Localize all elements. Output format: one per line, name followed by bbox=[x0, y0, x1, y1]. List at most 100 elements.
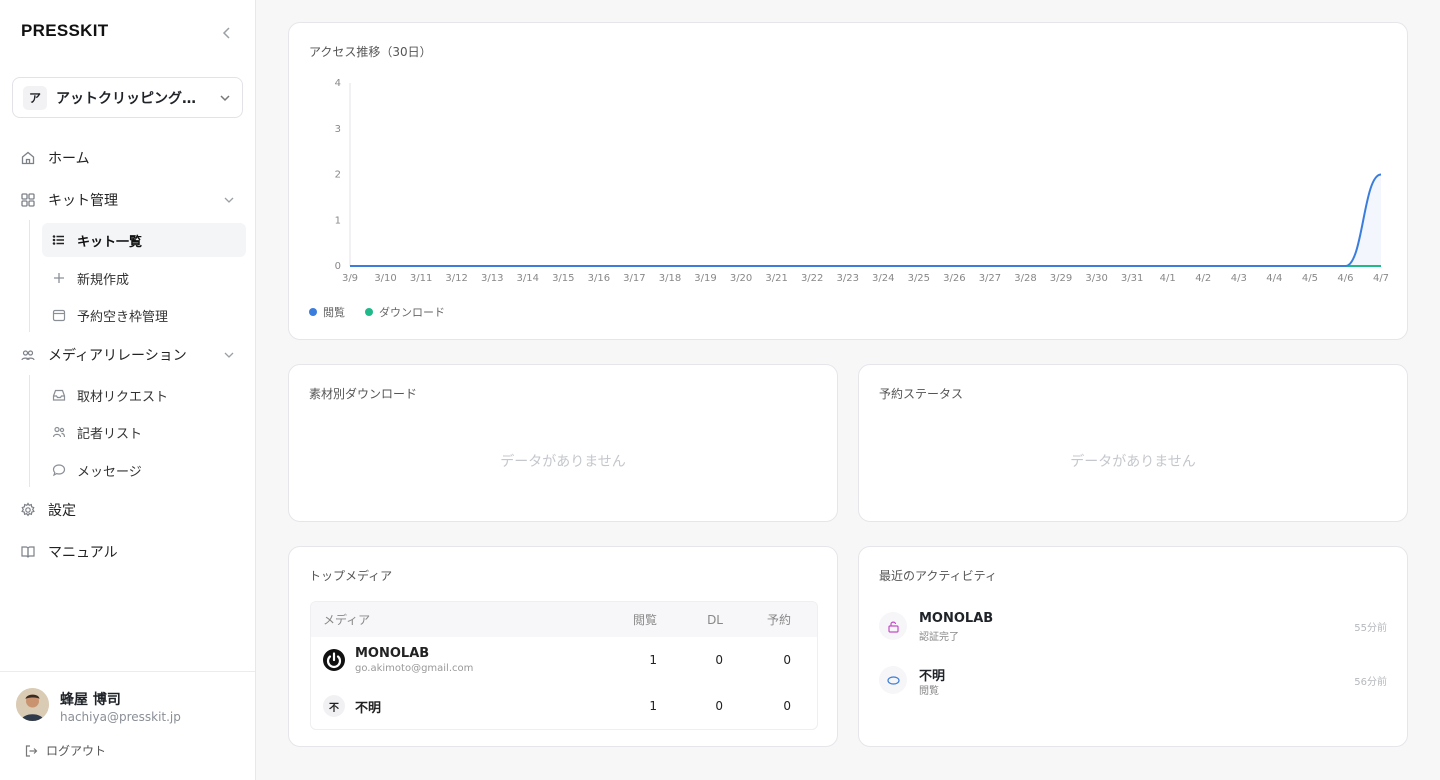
logout-label: ログアウト bbox=[46, 744, 107, 758]
top-media-card: トップメディア メディア 閲覧 DL 予約 MONOLAB go.akimoto… bbox=[288, 546, 838, 747]
sidebar: PRESSKIT ア アットクリッピング株式会社 ホーム キット管理 キット一覧… bbox=[0, 0, 256, 780]
x-tick-label: 4/3 bbox=[1231, 273, 1247, 284]
booking-cell: 0 bbox=[783, 653, 791, 667]
downloads-by-asset-card: 素材別ダウンロード データがありません bbox=[288, 364, 838, 522]
x-tick-label: 3/21 bbox=[765, 273, 787, 284]
media-name: 不明 bbox=[355, 700, 382, 716]
activity-name: MONOLAB bbox=[919, 611, 994, 626]
nav-home[interactable]: ホーム bbox=[14, 140, 246, 176]
top-media-title: トップメディア bbox=[309, 569, 393, 583]
x-tick-label: 3/29 bbox=[1050, 273, 1072, 284]
x-tick-label: 4/5 bbox=[1302, 273, 1318, 284]
x-tick-label: 4/7 bbox=[1373, 273, 1389, 284]
nav-booking-slots-label: 予約空き枠管理 bbox=[77, 309, 169, 325]
nav-kit-management[interactable]: キット管理 bbox=[14, 182, 246, 218]
unlock-icon bbox=[879, 612, 907, 640]
downloads-empty-state: データがありません bbox=[500, 454, 626, 470]
list-icon bbox=[52, 235, 64, 245]
nav-new-kit[interactable]: 新規作成 bbox=[42, 261, 246, 295]
table-row[interactable]: MONOLAB go.akimoto@gmail.com 1 0 0 bbox=[311, 637, 817, 683]
col-header-booking[interactable]: 予約 bbox=[723, 611, 803, 628]
y-tick-label: 3 bbox=[335, 124, 341, 135]
x-tick-label: 3/12 bbox=[445, 273, 467, 284]
booking-status-card: 予約ステータス データがありません bbox=[858, 364, 1408, 522]
logout-icon bbox=[25, 744, 38, 757]
nav-booking-slots[interactable]: 予約空き枠管理 bbox=[42, 298, 246, 332]
x-tick-label: 3/16 bbox=[588, 273, 610, 284]
x-tick-label: 3/30 bbox=[1085, 273, 1107, 284]
x-tick-label: 4/6 bbox=[1337, 273, 1353, 284]
grid-icon bbox=[21, 193, 35, 207]
chevron-down-icon bbox=[224, 197, 234, 203]
nav-journalist-list[interactable]: 記者リスト bbox=[42, 415, 246, 449]
top-media-table: メディア 閲覧 DL 予約 MONOLAB go.akimoto@gmail.c… bbox=[310, 601, 818, 730]
activity-time: 55分前 bbox=[1354, 623, 1387, 634]
home-icon bbox=[21, 151, 35, 165]
eye-icon bbox=[879, 666, 907, 694]
activity-item[interactable]: 不明 閲覧 56分前 bbox=[879, 661, 1387, 701]
users-icon bbox=[52, 426, 66, 438]
x-tick-label: 3/28 bbox=[1014, 273, 1036, 284]
recent-activity-card: 最近のアクティビティ MONOLAB 認証完了 55分前 不明 閲覧 56分前 bbox=[858, 546, 1408, 747]
org-name: アットクリッピング株式会社 bbox=[56, 90, 208, 107]
message-icon bbox=[52, 464, 66, 477]
nav-media-relations-label: メディアリレーション bbox=[48, 348, 187, 364]
nav-coverage-requests-label: 取材リクエスト bbox=[77, 389, 169, 405]
y-tick-label: 1 bbox=[335, 215, 341, 226]
x-tick-label: 3/11 bbox=[410, 273, 432, 284]
legend-label-views: 閲覧 bbox=[323, 306, 345, 319]
y-tick-label: 2 bbox=[335, 170, 341, 181]
views-cell: 1 bbox=[649, 653, 657, 667]
nav-settings-label: 設定 bbox=[48, 503, 76, 519]
nav-kit-list[interactable]: キット一覧 bbox=[42, 223, 246, 257]
legend-item-downloads[interactable]: ダウンロード bbox=[365, 304, 445, 320]
tree-line bbox=[29, 375, 30, 487]
x-tick-label: 3/25 bbox=[908, 273, 930, 284]
booking-cell: 0 bbox=[783, 699, 791, 713]
chevron-down-icon bbox=[220, 94, 230, 101]
x-tick-label: 3/17 bbox=[623, 273, 645, 284]
legend-dot-views bbox=[309, 308, 317, 316]
x-tick-label: 4/1 bbox=[1160, 273, 1176, 284]
activity-item[interactable]: MONOLAB 認証完了 55分前 bbox=[879, 607, 1387, 647]
x-tick-label: 3/10 bbox=[374, 273, 396, 284]
nav-messages[interactable]: メッセージ bbox=[42, 453, 246, 487]
tree-line bbox=[29, 220, 30, 332]
user-email: hachiya@presskit.jp bbox=[60, 710, 181, 724]
logout-button[interactable]: ログアウト bbox=[24, 742, 106, 759]
x-tick-label: 4/2 bbox=[1195, 273, 1211, 284]
nav-journalist-list-label: 記者リスト bbox=[77, 426, 143, 442]
org-switcher[interactable]: ア アットクリッピング株式会社 bbox=[12, 77, 243, 118]
x-tick-label: 3/24 bbox=[872, 273, 894, 284]
user-avatar[interactable] bbox=[16, 688, 49, 721]
inbox-icon bbox=[52, 389, 66, 401]
x-tick-label: 3/23 bbox=[836, 273, 858, 284]
views-area bbox=[350, 174, 1381, 266]
legend-item-views[interactable]: 閲覧 bbox=[309, 304, 345, 320]
col-header-views[interactable]: 閲覧 bbox=[591, 611, 657, 628]
users-icon bbox=[21, 350, 35, 361]
nav-media-relations[interactable]: メディアリレーション bbox=[14, 337, 246, 373]
nav-settings[interactable]: 設定 bbox=[14, 492, 246, 528]
app-logo[interactable]: PRESSKIT bbox=[21, 21, 108, 41]
x-tick-label: 3/15 bbox=[552, 273, 574, 284]
col-header-dl[interactable]: DL bbox=[657, 613, 723, 627]
dl-cell: 0 bbox=[715, 699, 723, 713]
nav-new-kit-label: 新規作成 bbox=[77, 272, 130, 288]
x-tick-label: 3/19 bbox=[694, 273, 716, 284]
collapse-sidebar-icon[interactable] bbox=[219, 24, 235, 42]
table-header: メディア 閲覧 DL 予約 bbox=[311, 602, 817, 637]
table-row[interactable]: 不 不明 1 0 0 bbox=[311, 683, 817, 729]
booking-empty-state: データがありません bbox=[1070, 454, 1196, 470]
x-tick-label: 3/18 bbox=[659, 273, 681, 284]
views-series-line[interactable] bbox=[350, 173, 1382, 267]
recent-activity-title: 最近のアクティビティ bbox=[879, 569, 997, 583]
col-header-media[interactable]: メディア bbox=[311, 611, 591, 628]
x-tick-label: 3/26 bbox=[943, 273, 965, 284]
activity-time: 56分前 bbox=[1354, 677, 1387, 688]
nav-kit-management-label: キット管理 bbox=[48, 193, 118, 209]
nav-coverage-requests[interactable]: 取材リクエスト bbox=[42, 378, 246, 412]
nav-manual[interactable]: マニュアル bbox=[14, 534, 246, 570]
user-panel: 蜂屋 博司 hachiya@presskit.jp ログアウト bbox=[0, 671, 255, 780]
x-tick-label: 3/22 bbox=[801, 273, 823, 284]
